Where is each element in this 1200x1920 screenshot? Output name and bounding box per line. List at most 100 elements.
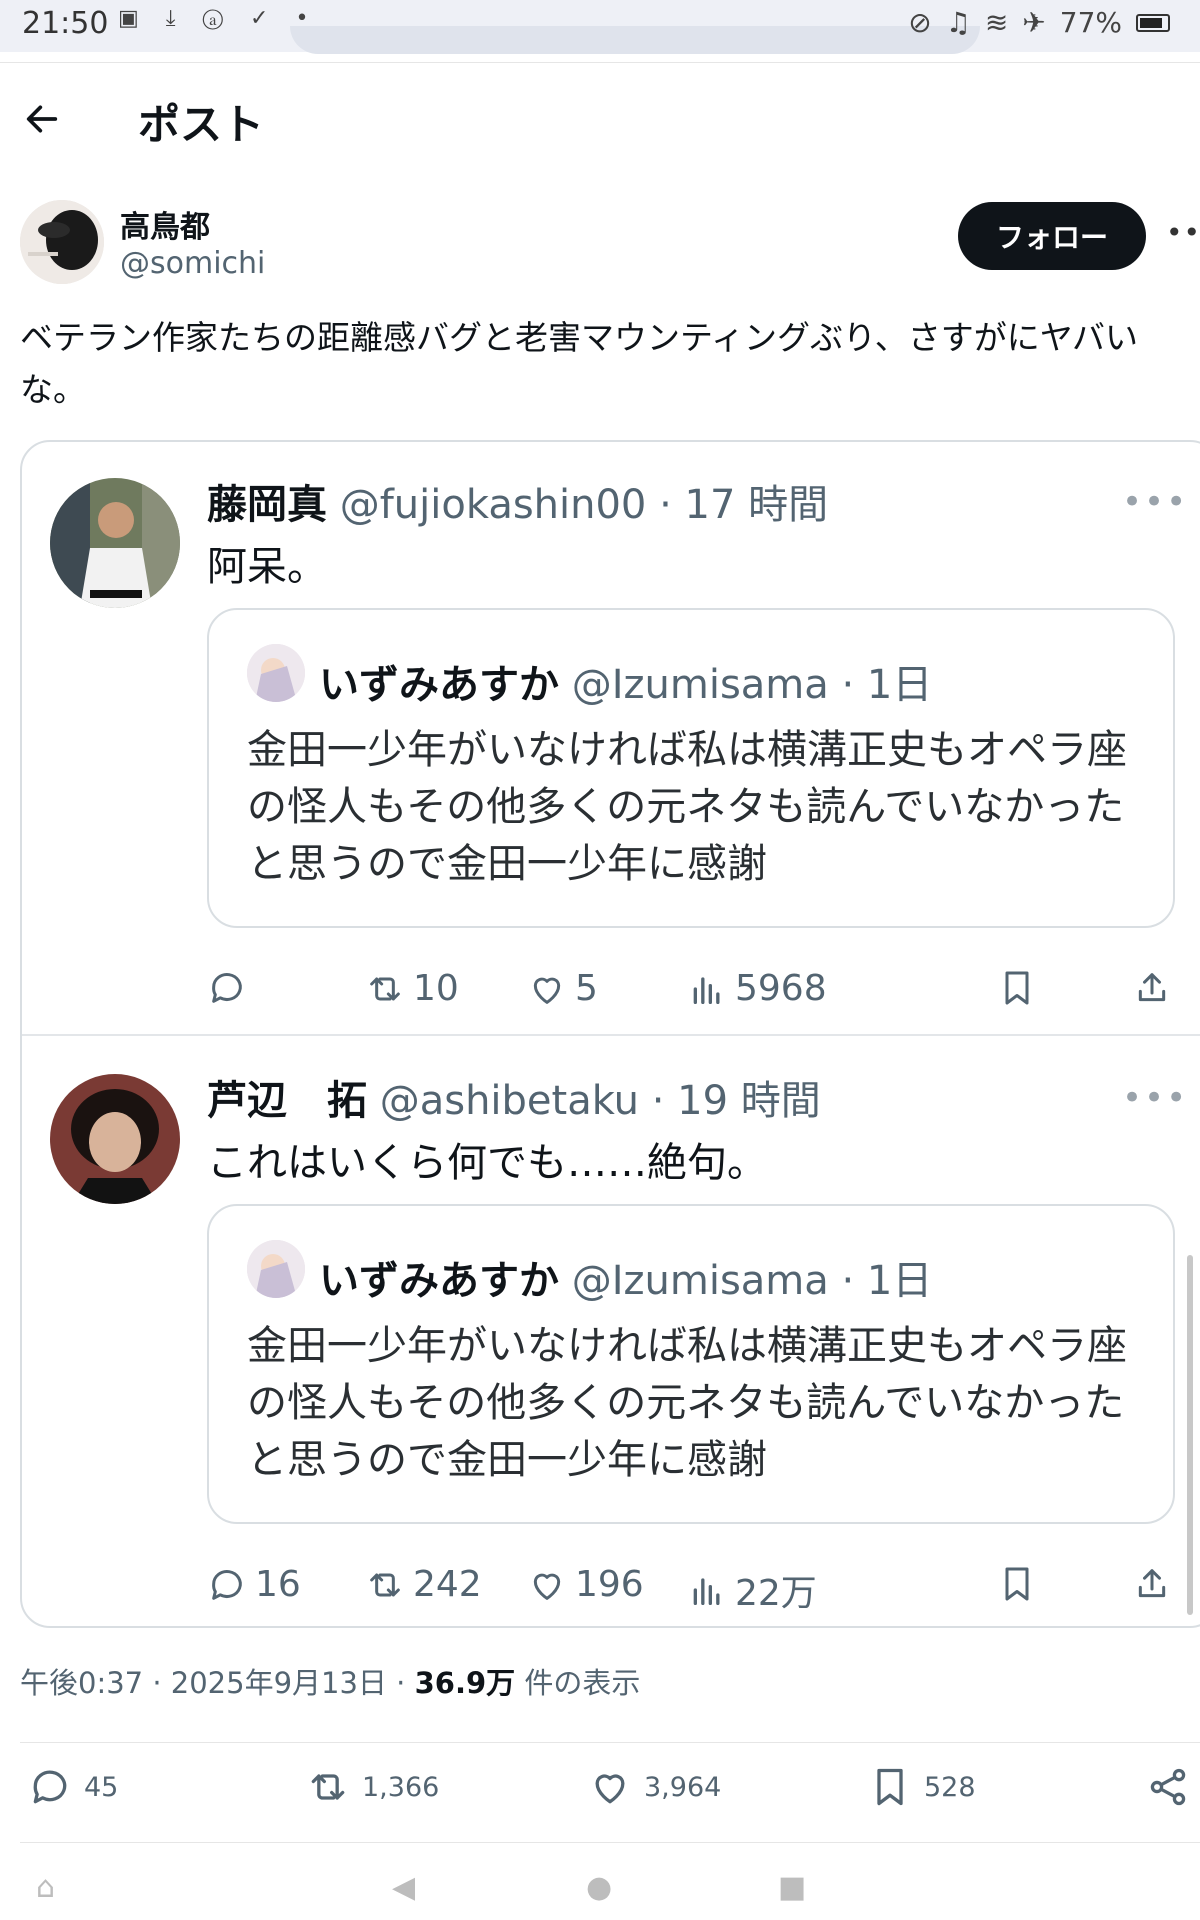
- more-options-icon[interactable]: •••: [1122, 1078, 1188, 1118]
- comment-icon: [212, 973, 242, 1003]
- heart-icon: [595, 1774, 625, 1804]
- reply-header: 芦辺 拓 @ashibetaku · 19 時間: [207, 1068, 821, 1126]
- quote-author-name: いずみあすか: [319, 1258, 559, 1304]
- quote-header: いずみあすか @Izumisama · 1日: [319, 652, 932, 710]
- quote-avatar: [247, 644, 305, 702]
- nav-recents-icon[interactable]: ■: [778, 1870, 806, 1905]
- reply-actions: 10 5 5968: [207, 968, 1192, 1018]
- quote-author-name: いずみあすか: [319, 662, 559, 708]
- reply-action[interactable]: 16: [207, 1564, 301, 1605]
- quote-text: 金田一少年がいなければ私は横溝正史もオペラ座の怪人もその他多くの元ネタも読んでい…: [247, 1323, 1127, 1483]
- repost-icon: [311, 1774, 345, 1800]
- reply-author-name[interactable]: 芦辺 拓: [207, 1078, 367, 1124]
- reply-count: 16: [255, 1564, 301, 1605]
- more-options-icon[interactable]: •••: [1166, 216, 1200, 249]
- repost-icon: [370, 977, 400, 1000]
- analytics-icon: [693, 1578, 720, 1605]
- share-icon: [1150, 1768, 1186, 1806]
- reply-author-name[interactable]: 藤岡真: [207, 482, 327, 528]
- reply-text: 阿呆。: [207, 544, 327, 590]
- reply-avatar[interactable]: [50, 1074, 180, 1204]
- like-count: 196: [575, 1564, 644, 1605]
- repost-action[interactable]: 242: [365, 1564, 482, 1605]
- divider: [20, 1842, 1200, 1843]
- repost-icon: [370, 1573, 400, 1596]
- views-action[interactable]: 22万: [687, 1564, 817, 1616]
- dnd-icon: ⊘: [908, 6, 932, 39]
- system-nav-bar: ⌂ ◀ ● ■: [0, 1856, 1200, 1920]
- timestamp-text: 午後0:37 · 2025年9月13日 ·: [20, 1666, 415, 1700]
- nav-back-icon[interactable]: ◀: [392, 1870, 415, 1905]
- back-arrow-icon[interactable]: [22, 99, 62, 139]
- like-action[interactable]: 5: [527, 968, 598, 1009]
- views-action[interactable]: 5968: [687, 968, 827, 1009]
- repost-action[interactable]: 10: [365, 968, 459, 1009]
- status-pill: [290, 26, 980, 54]
- comment-icon: [212, 1569, 242, 1600]
- reply-handle[interactable]: @ashibetaku: [380, 1078, 639, 1124]
- bookmark-action[interactable]: 528: [868, 1765, 976, 1809]
- share-action[interactable]: [1146, 1765, 1190, 1809]
- bookmark-action[interactable]: [997, 968, 1037, 1008]
- airplane-icon: ✈: [1022, 6, 1046, 39]
- repost-action[interactable]: 1,366: [306, 1765, 439, 1809]
- bookmark-icon: [877, 1768, 903, 1806]
- author-handle[interactable]: @somichi: [120, 246, 265, 281]
- assistant-icon[interactable]: ⌂: [36, 1870, 55, 1905]
- like-action[interactable]: 196: [527, 1564, 644, 1605]
- reply-item[interactable]: 芦辺 拓 @ashibetaku · 19 時間 ••• これはいくら何でも………: [22, 1038, 1200, 1630]
- reply-handle[interactable]: @fujiokashin00: [340, 482, 647, 528]
- mute-icon: ♫: [945, 6, 971, 39]
- reply-item[interactable]: 藤岡真 @fujiokashin00 · 17 時間 ••• 阿呆。 いずみあす…: [22, 442, 1200, 1036]
- reply-time: · 17 時間: [659, 482, 829, 528]
- views-label: 件の表示: [515, 1666, 641, 1700]
- heart-icon: [533, 977, 561, 1004]
- reply-avatar[interactable]: [50, 478, 180, 608]
- divider: [20, 1742, 1200, 1743]
- repost-count: 10: [413, 968, 459, 1009]
- comment-icon: [33, 1770, 67, 1804]
- author-avatar[interactable]: [20, 200, 104, 284]
- post-timestamp: 午後0:37 · 2025年9月13日 · 36.9万 件の表示: [20, 1660, 640, 1702]
- quote-text: 金田一少年がいなければ私は横溝正史もオペラ座の怪人もその他多くの元ネタも読んでい…: [247, 727, 1127, 887]
- bookmark-count: 528: [924, 1771, 976, 1803]
- reply-action[interactable]: [207, 968, 255, 1008]
- views-count: 5968: [735, 968, 827, 1009]
- page-title: ポスト: [138, 100, 265, 149]
- status-bar: 21:50 ▣ ⤓ ⓐ ✓ • ⊘ ♫ ≋ ✈ 77%: [0, 0, 1200, 54]
- quote-time: · 1日: [841, 1258, 933, 1304]
- nav-home-icon[interactable]: ●: [586, 1870, 612, 1905]
- follow-button[interactable]: フォロー: [958, 202, 1146, 270]
- like-count: 3,964: [644, 1771, 722, 1803]
- bookmark-action[interactable]: [997, 1564, 1037, 1604]
- like-action[interactable]: 3,964: [588, 1765, 721, 1809]
- battery-percent: 77%: [1059, 6, 1122, 39]
- views-count: 22万: [735, 1573, 817, 1614]
- reply-time: · 19 時間: [651, 1078, 821, 1124]
- quote-avatar: [247, 1240, 305, 1298]
- reply-count: 45: [84, 1771, 119, 1803]
- quote-handle: @Izumisama: [571, 1258, 829, 1304]
- share-action[interactable]: [1132, 968, 1172, 1008]
- reply-header: 藤岡真 @fujiokashin00 · 17 時間: [207, 472, 828, 530]
- post-actions: 45 1,366 3,964 528: [0, 1765, 1200, 1835]
- header: ポスト: [0, 62, 1200, 172]
- quote-handle: @Izumisama: [571, 662, 829, 708]
- quote-card[interactable]: いずみあすか @Izumisama · 1日 金田一少年がいなければ私は横溝正史…: [207, 1204, 1175, 1524]
- reply-actions: 16 242 196 22万: [207, 1564, 1192, 1614]
- bookmark-icon: [1005, 1567, 1029, 1601]
- notification-icons: ▣ ⤓ ⓐ ✓ •: [118, 6, 319, 31]
- bookmark-icon: [1005, 971, 1029, 1005]
- quoted-thread-card[interactable]: 藤岡真 @fujiokashin00 · 17 時間 ••• 阿呆。 いずみあす…: [20, 440, 1200, 1628]
- repost-count: 1,366: [362, 1771, 440, 1803]
- quote-time: · 1日: [841, 662, 933, 708]
- like-count: 5: [575, 968, 598, 1009]
- share-action[interactable]: [1132, 1564, 1172, 1604]
- wifi-icon: ≋: [984, 6, 1009, 39]
- more-options-icon[interactable]: •••: [1122, 482, 1188, 522]
- scrollbar[interactable]: [1187, 1255, 1193, 1615]
- author-name[interactable]: 高鳥都: [120, 202, 210, 246]
- status-time: 21:50: [22, 6, 109, 41]
- quote-card[interactable]: いずみあすか @Izumisama · 1日 金田一少年がいなければ私は横溝正史…: [207, 608, 1175, 928]
- reply-action[interactable]: 45: [28, 1765, 118, 1809]
